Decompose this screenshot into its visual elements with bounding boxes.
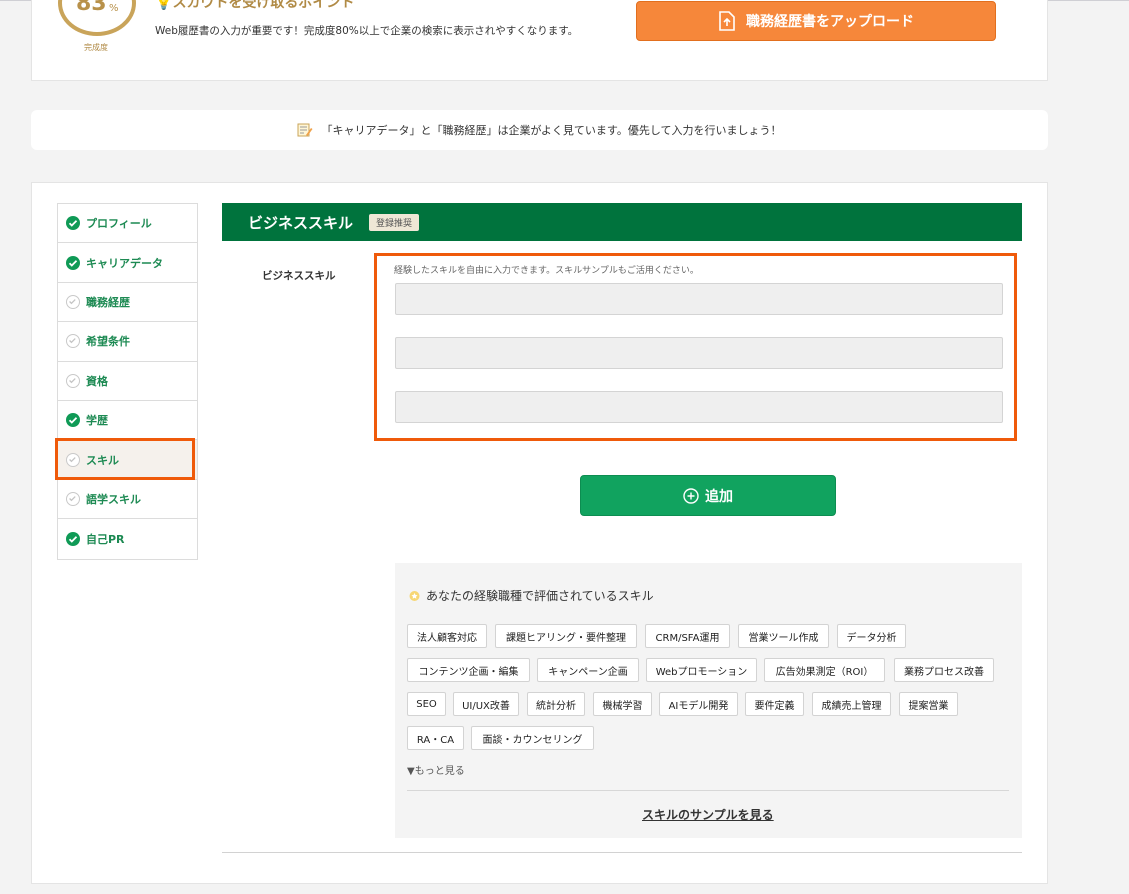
check-pending-icon	[66, 452, 80, 467]
completion-label: 完成度	[84, 43, 108, 52]
show-more-link[interactable]: ▼もっと見る	[407, 762, 465, 777]
upload-resume-label: 職務経歴書をアップロード	[746, 14, 914, 30]
section-title: ビジネススキル	[248, 213, 354, 232]
skill-chip[interactable]: 機械学習	[593, 692, 652, 716]
sidebar-item-label: 資格	[86, 374, 108, 388]
section-header: ビジネススキル 登録推奨	[222, 203, 1022, 241]
check-pending-icon	[66, 334, 80, 349]
skill-chip[interactable]: データ分析	[837, 624, 906, 648]
skill-chip[interactable]: 営業ツール作成	[738, 624, 829, 648]
sidebar-item-label: 語学スキル	[86, 492, 141, 506]
completion-unit: %	[109, 3, 119, 14]
skill-input-2[interactable]	[395, 337, 1003, 369]
upload-file-icon	[719, 11, 735, 31]
suggested-skills-title: あなたの経験職種で評価されているスキル	[407, 587, 654, 604]
bulb-icon: 💡	[155, 0, 173, 11]
sidebar-item-label: キャリアデータ	[86, 256, 163, 270]
priority-notice-text: 「キャリアデータ」と「職務経歴」は企業がよく見ています。優先して入力を行いましょ…	[321, 124, 782, 137]
memo-icon	[297, 123, 313, 137]
skill-chip[interactable]: キャンペーン企画	[537, 658, 639, 682]
sidebar-item-qualifications[interactable]: 資格	[58, 362, 197, 401]
skill-chip[interactable]: 課題ヒアリング・要件整理	[495, 624, 637, 648]
resume-sidebar: プロフィール キャリアデータ 職務経歴 希望条件 資格 学歴 スキル 語学スキル…	[57, 203, 198, 560]
priority-notice: 「キャリアデータ」と「職務経歴」は企業がよく見ています。優先して入力を行いましょ…	[31, 110, 1048, 150]
skill-chip[interactable]: 統計分析	[527, 692, 585, 716]
skill-chip[interactable]: SEO	[407, 692, 446, 716]
skill-chip[interactable]: 成績売上管理	[812, 692, 891, 716]
check-done-icon	[66, 531, 80, 546]
skill-chip[interactable]: RA・CA	[407, 726, 464, 750]
scout-point-text: Web履歴書の入力が重要です！完成度80%以上で企業の検索に表示されやすくなりま…	[155, 25, 579, 37]
skill-chip[interactable]: 面談・カウンセリング	[471, 726, 594, 750]
add-skill-button[interactable]: 追加	[580, 475, 836, 516]
check-done-icon	[66, 255, 80, 270]
medal-icon	[409, 591, 420, 601]
sidebar-item-label: プロフィール	[86, 217, 152, 231]
sidebar-item-language-skills[interactable]: 語学スキル	[58, 480, 197, 520]
sidebar-item-skills[interactable]: スキル	[58, 440, 197, 480]
plus-circle-icon	[683, 487, 699, 504]
sidebar-item-education[interactable]: 学歴	[58, 401, 197, 441]
sidebar-item-label: スキル	[86, 453, 119, 467]
completion-value: 83	[76, 0, 107, 16]
skill-chip[interactable]: CRM/SFA運用	[645, 624, 730, 648]
section-bottom-divider	[222, 852, 1022, 853]
sidebar-item-career-data[interactable]: キャリアデータ	[58, 243, 197, 283]
sidebar-item-label: 自己PR	[86, 532, 125, 546]
skill-chip[interactable]: 業務プロセス改善	[894, 658, 994, 682]
business-skill-label: ビジネススキル	[262, 270, 336, 282]
skill-chip[interactable]: Webプロモーション	[646, 658, 757, 682]
skill-chip[interactable]: AIモデル開発	[659, 692, 738, 716]
check-done-icon	[66, 216, 80, 231]
skill-input-hint: 経験したスキルを自由に入力できます。スキルサンプルもご活用ください。	[394, 266, 699, 276]
suggested-skills-title-text: あなたの経験職種で評価されているスキル	[426, 589, 654, 603]
skill-chip[interactable]: 要件定義	[745, 692, 804, 716]
skill-chip[interactable]: 提案営業	[899, 692, 958, 716]
skill-chip[interactable]: 広告効果測定（ROI）	[764, 658, 885, 682]
sidebar-item-label: 学歴	[86, 414, 108, 428]
sidebar-item-work-history[interactable]: 職務経歴	[58, 283, 197, 323]
skill-input-3[interactable]	[395, 391, 1003, 423]
sidebar-item-profile[interactable]: プロフィール	[58, 204, 197, 244]
skill-chip[interactable]: 法人顧客対応	[407, 624, 487, 648]
upload-resume-button[interactable]: 職務経歴書をアップロード	[636, 1, 996, 41]
check-done-icon	[66, 413, 80, 428]
skill-chip[interactable]: UI/UX改善	[453, 692, 519, 716]
check-pending-icon	[66, 373, 80, 388]
sidebar-item-preferences[interactable]: 希望条件	[58, 322, 197, 362]
add-skill-label: 追加	[705, 488, 733, 505]
sidebar-item-self-pr[interactable]: 自己PR	[58, 519, 197, 558]
skill-chip[interactable]: コンテンツ企画・編集	[407, 658, 530, 682]
recommended-badge: 登録推奨	[369, 213, 420, 231]
sidebar-item-label: 希望条件	[86, 335, 130, 349]
sidebar-item-label: 職務経歴	[86, 295, 130, 309]
skill-sample-link[interactable]: スキルのサンプルを見る	[642, 806, 774, 823]
check-pending-icon	[66, 491, 80, 506]
check-pending-icon	[66, 294, 80, 309]
skill-input-1[interactable]	[395, 283, 1003, 315]
scout-point-title: 💡スカウトを受け取るポイント	[155, 0, 354, 12]
suggest-divider	[407, 790, 1009, 791]
